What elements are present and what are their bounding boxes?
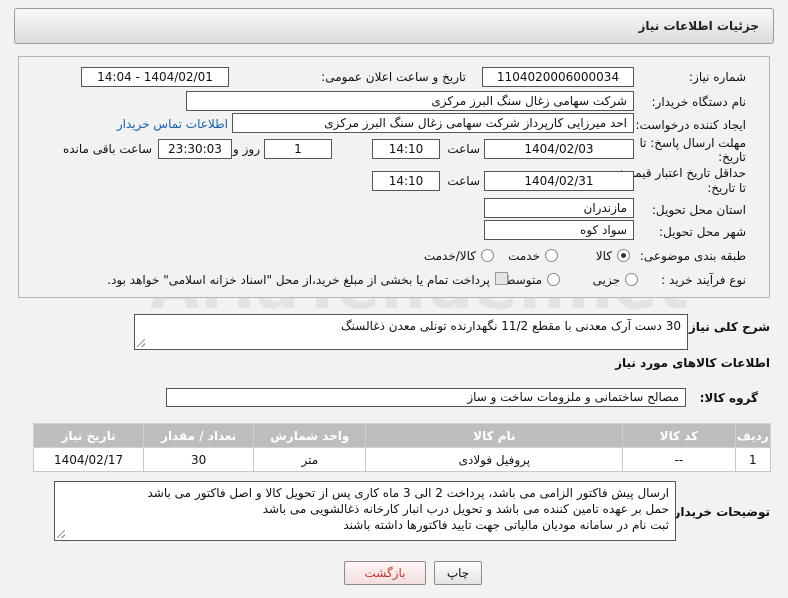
table-header-row: ردیف کد کالا نام کالا واحد شمارش تعداد /… [32, 423, 772, 448]
process-label: نوع فرآیند خرید : [661, 273, 746, 287]
cell-row: 1 [734, 447, 772, 472]
need-number-label: شماره نیاز: [689, 70, 746, 84]
days-label: روز و [233, 142, 260, 156]
deadline-date-field: 1404/02/03 [484, 139, 634, 159]
buyer-org-label: نام دستگاه خریدار: [651, 95, 747, 109]
col-header-qty: تعداد / مقدار [143, 423, 255, 448]
category-radio-goods[interactable] [617, 249, 630, 262]
announce-label: تاریخ و ساعت اعلان عمومی: [321, 70, 466, 84]
col-header-row: ردیف [734, 423, 772, 448]
cell-unit: متر [253, 447, 367, 472]
description-textarea[interactable]: 30 دست آرک معدنی با مقطع 11/2 نگهدارنده … [134, 314, 688, 350]
page-header: جزئیات اطلاعات نیاز [14, 8, 774, 44]
col-header-name: نام کالا [365, 423, 624, 448]
col-header-date: تاریخ نیاز [32, 423, 145, 448]
category-radio-service[interactable] [545, 249, 558, 262]
category-radio-goods-service[interactable] [481, 249, 494, 262]
process-option-medium: متوسط [504, 273, 542, 287]
deadline-label: مهلت ارسال پاسخ: تا [639, 136, 746, 150]
category-option-service: خدمت [508, 249, 540, 263]
description-label: شرح کلی نیاز: [684, 320, 770, 334]
buyer-note-line: ثبت نام در سامانه مودیان مالیاتی جهت تای… [343, 518, 669, 532]
deadline-label-date: تاریخ: [718, 150, 746, 164]
city-field: سواد کوه [484, 220, 634, 240]
goods-group-label: گروه کالا: [699, 391, 758, 405]
process-option-minor: جزیی [592, 273, 620, 287]
buyer-note-line: ارسال پیش فاکتور الزامی می باشد، پرداخت … [147, 486, 669, 500]
col-header-code: کد کالا [622, 423, 736, 448]
category-label: طبقه بندی موضوعی: [639, 249, 746, 263]
province-field: مازندران [484, 198, 634, 218]
table-row: 1 -- پروفیل فولادی متر 30 1404/02/17 [32, 447, 772, 472]
validity-label: حداقل تاریخ اعتبار قیمت: [619, 166, 746, 180]
days-field: 1 [264, 139, 332, 159]
buyer-org-field: شرکت سهامی زغال سنگ البرز مرکزی [186, 91, 634, 111]
page-title: جزئیات اطلاعات نیاز [638, 19, 759, 33]
remaining-label: ساعت باقی مانده [62, 142, 152, 156]
buyer-notes-label: توضیحات خریدار: [668, 505, 770, 519]
process-radio-minor[interactable] [625, 273, 638, 286]
cell-name: پروفیل فولادی [365, 447, 624, 472]
col-header-unit: واحد شمارش [253, 423, 367, 448]
province-label: استان محل تحویل: [651, 203, 746, 217]
category-option-goods: کالا [595, 249, 612, 263]
validity-date-field: 1404/02/31 [484, 171, 634, 191]
goods-section-title: اطلاعات کالاهای مورد نیاز [615, 356, 770, 370]
need-number-field: 1104020006000034 [482, 67, 634, 87]
process-radio-medium[interactable] [547, 273, 560, 286]
deadline-time-label: ساعت [447, 142, 480, 156]
buyer-notes-textarea[interactable]: ارسال پیش فاکتور الزامی می باشد، پرداخت … [54, 481, 676, 541]
category-option-goods-service: کالا/خدمت [423, 249, 476, 263]
back-button[interactable]: بازگشت [344, 561, 426, 585]
validity-time-field: 14:10 [372, 171, 440, 191]
cell-date: 1404/02/17 [32, 447, 145, 472]
buyer-note-line: حمل بر عهده تامین کننده می باشد و تحویل … [262, 502, 669, 516]
treasury-payment-note: پرداخت تمام یا بخشی از مبلغ خرید،از محل … [107, 273, 490, 287]
buyer-contact-link[interactable]: اطلاعات تماس خریدار [117, 117, 228, 131]
deadline-time-field: 14:10 [372, 139, 440, 159]
cell-code: -- [622, 447, 736, 472]
announce-datetime-field: 1404/02/01 - 14:04 [81, 67, 229, 87]
requester-field: احد میرزایی کارپرداز شرکت سهامی زغال سنگ… [232, 113, 634, 133]
treasury-payment-checkbox[interactable] [495, 272, 508, 285]
remaining-time-field: 23:30:03 [158, 139, 232, 159]
print-button[interactable]: چاپ [434, 561, 482, 585]
cell-qty: 30 [143, 447, 255, 472]
city-label: شهر محل تحویل: [659, 225, 746, 239]
goods-table: ردیف کد کالا نام کالا واحد شمارش تعداد /… [32, 423, 772, 472]
requester-label: ایجاد کننده درخواست: [635, 118, 746, 132]
validity-time-label: ساعت [447, 174, 480, 188]
validity-label-date: تا تاریخ: [707, 181, 746, 195]
goods-group-field: مصالح ساختمانی و ملزومات ساخت و ساز [166, 388, 686, 407]
